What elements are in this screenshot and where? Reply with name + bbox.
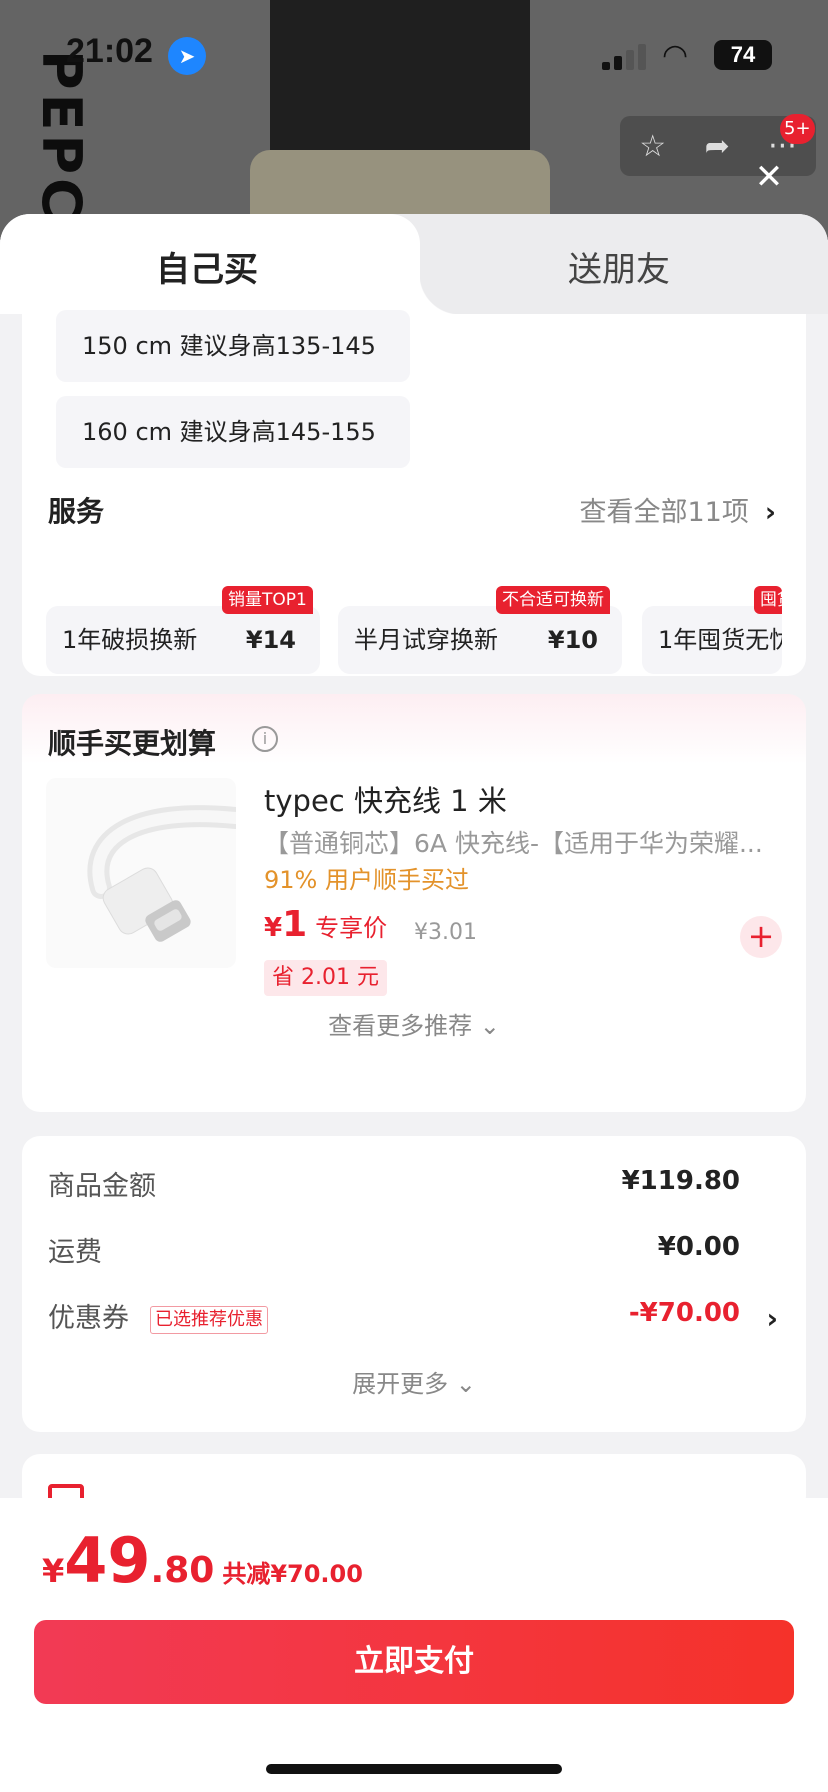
expand-more[interactable]: 展开更多 ⌄	[22, 1364, 806, 1399]
product-image[interactable]	[46, 778, 236, 968]
chevron-right-icon: ›	[764, 497, 776, 528]
see-more-recommendations[interactable]: 查看更多推荐 ⌄	[22, 1006, 806, 1041]
service-option[interactable]: 半月试穿换新 ¥10	[338, 606, 622, 674]
usb-cable-icon	[87, 805, 236, 942]
chevron-down-icon: ⌄	[455, 1370, 476, 1398]
see-more-label: 查看更多推荐	[328, 1012, 473, 1040]
price-value: 1	[282, 904, 308, 945]
pay-now-button[interactable]: 立即支付	[34, 1620, 794, 1704]
product-name[interactable]: typec 快充线 1 米	[264, 778, 507, 820]
service-option-tag: 囤货	[754, 586, 782, 614]
total-symbol: ¥	[42, 1552, 65, 1590]
price-symbol: ¥	[264, 913, 283, 943]
close-icon[interactable]: ✕	[752, 160, 786, 194]
service-option[interactable]: 1年破损换新 ¥14	[46, 606, 320, 674]
notification-badge: 5+	[780, 114, 815, 144]
service-view-all-label: 查看全部11项	[579, 497, 749, 528]
total-integer: 49	[64, 1524, 151, 1597]
product-description: 【普通铜芯】6A 快充线-【适用于华为荣耀...	[264, 829, 763, 858]
cell-signal-icon	[602, 44, 646, 70]
share-icon[interactable]: ➦	[705, 129, 730, 164]
goods-amount-label: 商品金额	[48, 1171, 156, 1202]
options-card: 150 cm 建议身高135-145 160 cm 建议身高145-155 服务…	[22, 310, 806, 676]
save-badge: 省 2.01 元	[264, 960, 387, 996]
tab-self-buy[interactable]: 自己买	[156, 242, 258, 291]
service-option-name: 1年囤货无忧	[658, 626, 782, 654]
expand-more-label: 展开更多	[352, 1370, 449, 1398]
service-option-price: ¥14	[245, 626, 296, 654]
size-option-150[interactable]: 150 cm 建议身高135-145	[56, 310, 410, 382]
total-discount: 共减¥70.00	[222, 1560, 363, 1588]
location-arrow-icon: ➤	[168, 37, 206, 75]
coupon-tag: 已选推荐优惠	[150, 1306, 268, 1334]
addon-card: 顺手买更划算 i typec 快充线 1 米 【普通铜芯】6A 快充线-【适用于…	[22, 694, 806, 1112]
shipping-value: ¥0.00	[657, 1232, 740, 1262]
total-decimal: .80	[150, 1550, 215, 1591]
total-price: ¥49.80 共减¥70.00	[42, 1524, 363, 1597]
coupon-label: 优惠券	[48, 1303, 129, 1334]
wifi-icon: ◠	[662, 38, 689, 73]
status-time: 21:02	[66, 32, 153, 70]
add-to-order-button[interactable]: +	[740, 916, 782, 958]
price-label: 专享价	[315, 914, 388, 942]
service-option-price: ¥10	[547, 626, 598, 654]
service-option-name: 1年破损换新	[62, 626, 198, 654]
size-option-160[interactable]: 160 cm 建议身高145-155	[56, 396, 410, 468]
shipping-label: 运费	[48, 1237, 102, 1268]
price-summary-card: 商品金额 ¥119.80 运费 ¥0.00 优惠券 已选推荐优惠 -¥70.00…	[22, 1136, 806, 1432]
service-option-tag: 不合适可换新	[496, 586, 610, 614]
star-icon[interactable]: ☆	[639, 129, 666, 164]
coupon-value[interactable]: -¥70.00	[629, 1298, 740, 1328]
service-view-all[interactable]: 查看全部11项 ›	[580, 490, 777, 529]
service-option[interactable]: 1年囤货无忧	[642, 606, 782, 674]
service-option-name: 半月试穿换新	[354, 626, 498, 654]
status-bar: 21:02 ➤ ◠ 74	[0, 0, 828, 110]
info-icon[interactable]: i	[252, 726, 278, 752]
addon-title: 顺手买更划算	[48, 727, 217, 760]
chevron-down-icon: ⌄	[479, 1012, 500, 1040]
battery-icon: 74	[714, 40, 772, 70]
tab-gift-friend[interactable]: 送朋友	[568, 242, 670, 291]
home-indicator	[266, 1764, 562, 1774]
service-option-tag: 销量TOP1	[222, 586, 313, 614]
original-price: ¥3.01	[414, 920, 477, 945]
chevron-right-icon[interactable]: ›	[766, 1302, 778, 1335]
goods-amount-value: ¥119.80	[621, 1166, 740, 1196]
service-title: 服务	[48, 495, 105, 528]
tab-bar: 自己买 送朋友	[0, 214, 828, 314]
checkout-footer: ¥49.80 共减¥70.00 立即支付	[0, 1498, 828, 1792]
product-price: ¥1 专享价	[264, 904, 387, 945]
product-social-proof: 91% 用户顺手买过	[264, 866, 469, 894]
